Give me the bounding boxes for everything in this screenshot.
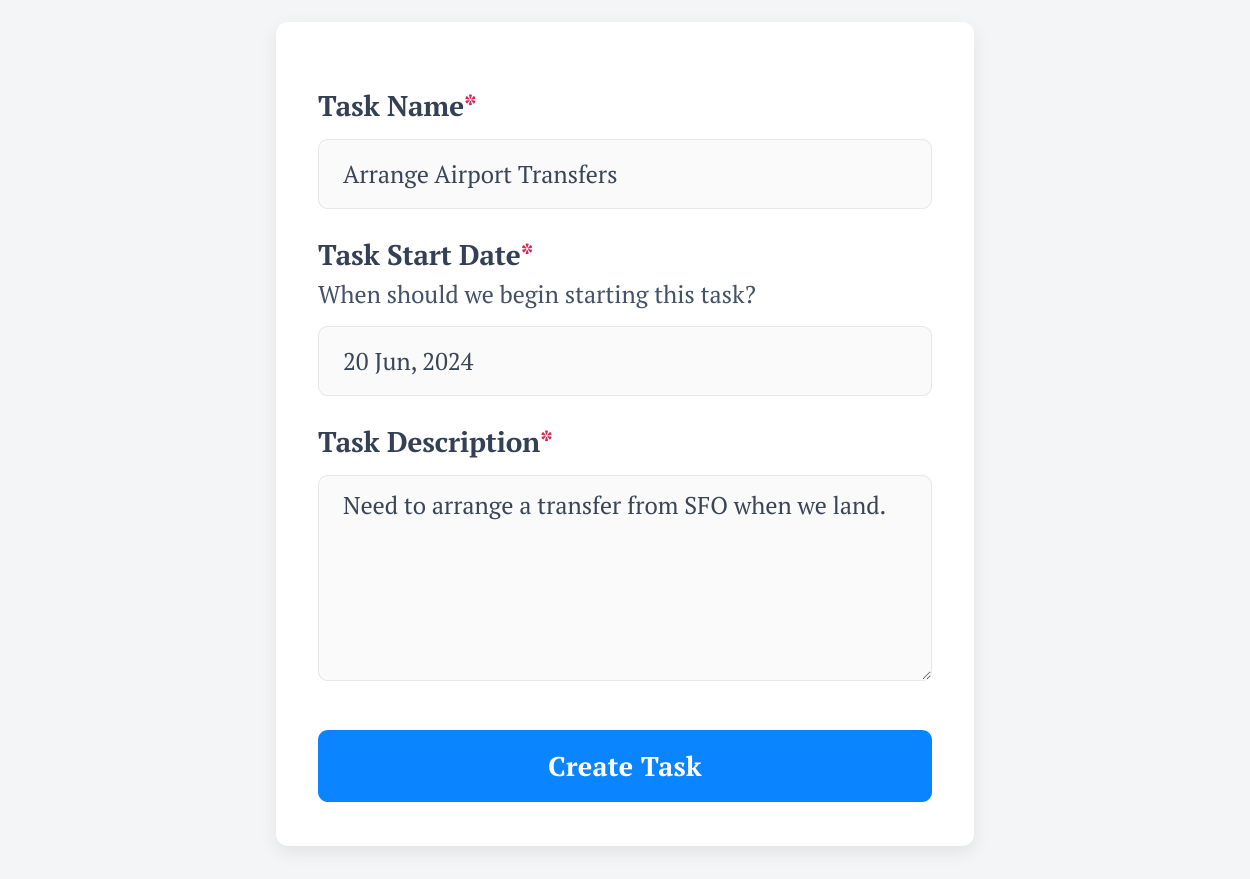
task-name-label: Task Name	[318, 88, 464, 125]
create-task-button[interactable]: Create Task	[318, 730, 932, 802]
task-description-label: Task Description	[318, 424, 540, 461]
required-marker: *	[521, 237, 534, 274]
task-description-textarea[interactable]	[318, 475, 932, 681]
task-description-group: Task Description*	[318, 424, 932, 686]
create-task-form-card: Task Name* Task Start Date* When should …	[276, 22, 974, 846]
task-name-label-row: Task Name*	[318, 88, 932, 125]
task-start-date-label: Task Start Date	[318, 237, 521, 274]
task-start-date-label-row: Task Start Date*	[318, 237, 932, 274]
required-marker: *	[540, 424, 553, 461]
task-name-input[interactable]	[318, 139, 932, 209]
task-start-date-help: When should we begin starting this task?	[318, 278, 932, 312]
required-marker: *	[464, 88, 477, 125]
task-start-date-input[interactable]	[318, 326, 932, 396]
task-name-group: Task Name*	[318, 88, 932, 209]
task-start-date-group: Task Start Date* When should we begin st…	[318, 237, 932, 396]
task-description-label-row: Task Description*	[318, 424, 932, 461]
